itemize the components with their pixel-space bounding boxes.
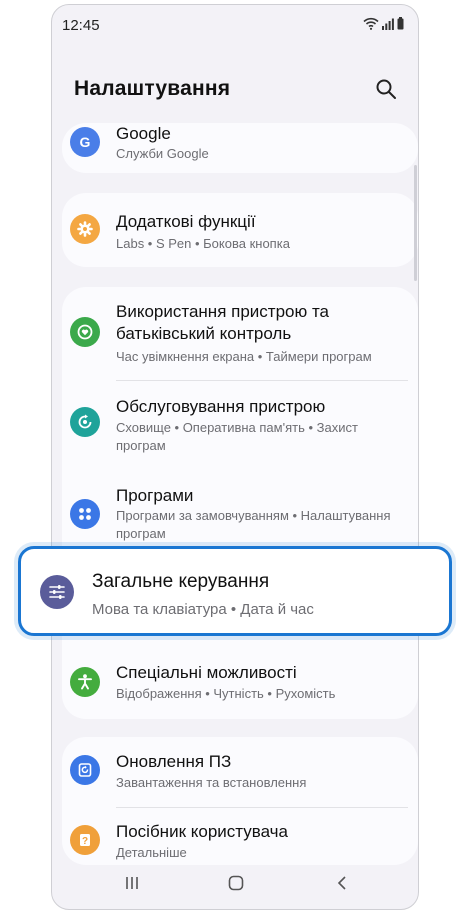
settings-item-manual[interactable]: ? Посібник користувача Детальніше bbox=[62, 811, 418, 865]
item-subtitle: Час увімкнення екрана • Таймери програм bbox=[116, 349, 372, 364]
help-book-icon: ? bbox=[70, 825, 100, 855]
settings-card-device: Використання пристрою та батьківський ко… bbox=[62, 287, 418, 719]
signal-icon bbox=[382, 18, 394, 30]
wifi-icon bbox=[363, 17, 379, 30]
svg-text:G: G bbox=[80, 134, 91, 150]
settings-item-google[interactable]: G Google Служби Google bbox=[62, 123, 418, 173]
settings-card-extra: Додаткові функції Labs • S Pen • Бокова … bbox=[62, 193, 418, 267]
item-title: Загальне керування bbox=[92, 571, 270, 592]
item-subtitle: Детальніше bbox=[116, 845, 187, 860]
item-subtitle: Labs • S Pen • Бокова кнопка bbox=[116, 236, 290, 251]
phone-screen: 12:45 Налаштування G Google Служби Googl… bbox=[51, 4, 419, 910]
accessibility-icon bbox=[70, 667, 100, 697]
navigation-bar bbox=[52, 863, 418, 909]
battery-icon bbox=[397, 17, 404, 30]
item-subtitle: Служби Google bbox=[116, 146, 209, 161]
item-subtitle: Завантаження та встановлення bbox=[116, 775, 307, 790]
status-icons bbox=[363, 17, 404, 30]
page-title: Налаштування bbox=[74, 77, 231, 100]
sliders-icon bbox=[40, 575, 74, 609]
gear-icon bbox=[70, 214, 100, 244]
settings-item-usage[interactable]: Використання пристрою та батьківський ко… bbox=[62, 287, 418, 375]
item-subtitle: Відображення • Чутність • Рухомість bbox=[116, 686, 336, 701]
item-title: Програми bbox=[116, 486, 194, 505]
settings-item-access[interactable]: Спеціальні можливості Відображення • Чут… bbox=[62, 657, 418, 717]
item-title: Обслуговування пристрою bbox=[116, 397, 326, 416]
item-title: Додаткові функції bbox=[116, 212, 256, 231]
back-icon[interactable] bbox=[334, 875, 350, 891]
settings-card-google: G Google Служби Google bbox=[62, 123, 418, 173]
settings-card-support: Оновлення ПЗ Завантаження та встановленн… bbox=[62, 737, 418, 865]
home-icon[interactable] bbox=[228, 875, 244, 891]
scrollbar-thumb[interactable] bbox=[414, 165, 417, 281]
item-title: Спеціальні можливості bbox=[116, 663, 297, 682]
heart-icon bbox=[70, 317, 100, 347]
item-title: Оновлення ПЗ bbox=[116, 752, 232, 771]
search-icon[interactable] bbox=[374, 77, 398, 101]
settings-item-general[interactable]: Загальне керування Мова та клавіатура • … bbox=[18, 546, 452, 636]
item-title: Використання пристрою та батьківський ко… bbox=[116, 302, 329, 343]
item-title: Посібник користувача bbox=[116, 822, 288, 841]
item-subtitle: Сховище • Оперативна пам'ять • Захист пр… bbox=[116, 420, 358, 453]
refresh-icon bbox=[70, 407, 100, 437]
status-bar: 12:45 bbox=[52, 5, 418, 49]
item-subtitle: Мова та клавіатура • Дата й час bbox=[92, 601, 314, 618]
settings-item-care[interactable]: Обслуговування пристрою Сховище • Операт… bbox=[62, 383, 418, 457]
update-icon bbox=[70, 755, 100, 785]
settings-item-update[interactable]: Оновлення ПЗ Завантаження та встановленн… bbox=[62, 737, 418, 801]
item-subtitle: Програми за замовчуванням • Налаштування… bbox=[116, 508, 391, 541]
google-icon: G bbox=[70, 127, 100, 157]
divider bbox=[116, 380, 408, 381]
divider bbox=[116, 807, 408, 808]
recents-icon[interactable] bbox=[124, 875, 140, 891]
status-time: 12:45 bbox=[62, 17, 100, 34]
svg-text:?: ? bbox=[82, 836, 88, 847]
item-title: Google bbox=[116, 124, 171, 143]
settings-item-apps[interactable]: Програми Програми за замовчуванням • Нал… bbox=[62, 473, 418, 553]
apps-grid-icon bbox=[70, 499, 100, 529]
settings-item-extra[interactable]: Додаткові функції Labs • S Pen • Бокова … bbox=[62, 193, 418, 267]
